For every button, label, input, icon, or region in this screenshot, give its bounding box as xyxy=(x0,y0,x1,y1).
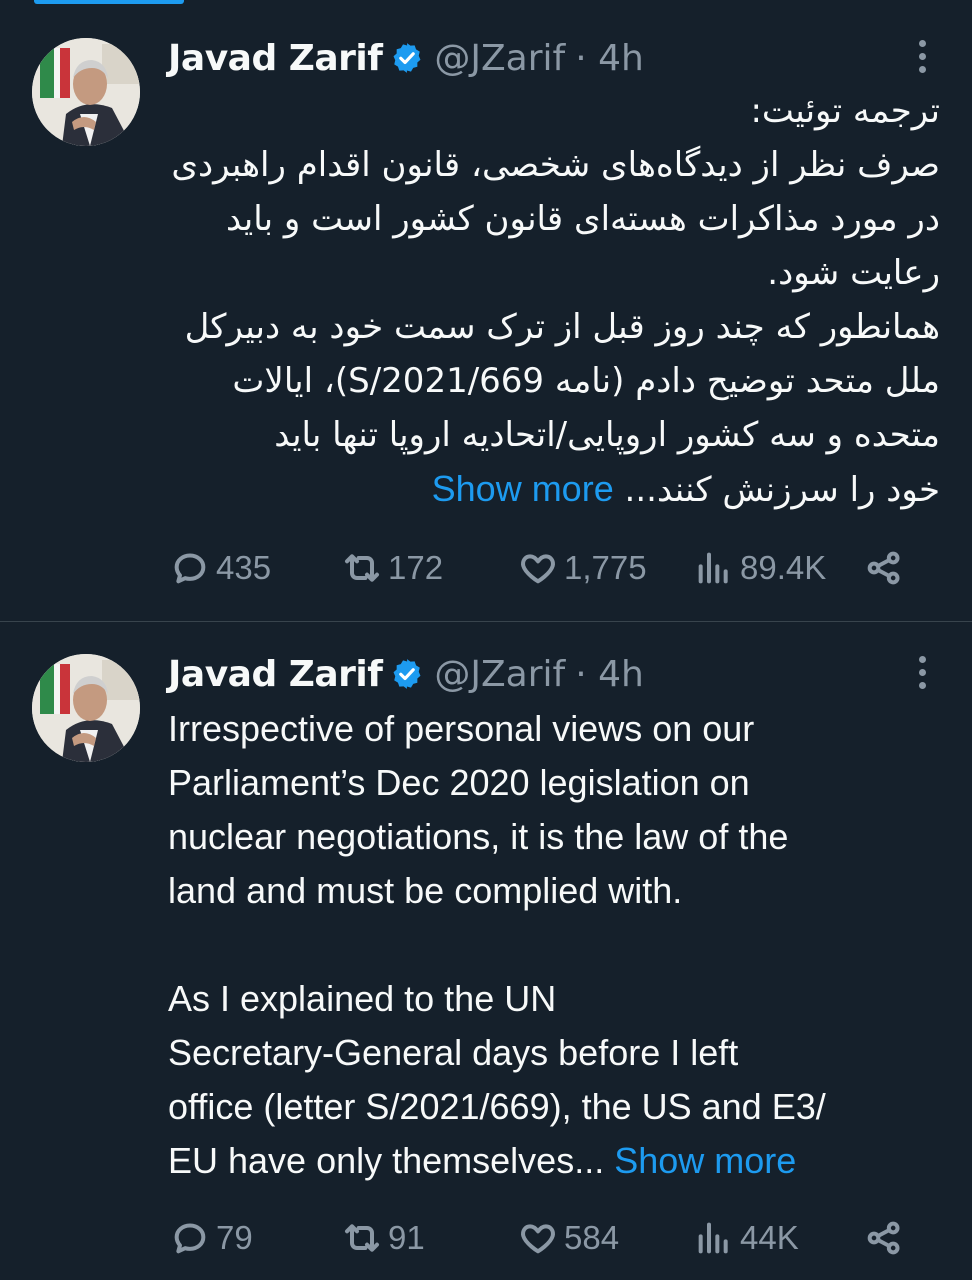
view-count: 44K xyxy=(740,1219,799,1256)
share-icon xyxy=(867,551,900,585)
tweet-text-line: خود را سرزنش کنند... xyxy=(624,470,940,510)
tweet-text-line: همانطور که چند روز قبل از ترک سمت خود به… xyxy=(184,307,940,347)
tweet-text-line: office (letter S/2021/669), the US and E… xyxy=(168,1086,826,1127)
like-count: 584 xyxy=(564,1219,620,1256)
retweet-button[interactable]: 91 xyxy=(342,1216,425,1260)
reply-icon xyxy=(174,553,206,584)
tweet-text-last-line: EU have only themselves... Show more xyxy=(168,1134,940,1188)
author-name[interactable]: Javad Zarif xyxy=(168,38,383,79)
tweet-2[interactable]: Javad Zarif @JZarif · 4h Irrespective of… xyxy=(0,622,972,1280)
views-button[interactable]: 44K xyxy=(694,1216,799,1260)
avatar[interactable] xyxy=(32,38,140,146)
tweet-text-line: در مورد مذاکرات هسته‌ای قانون کشور است و… xyxy=(225,199,940,239)
tweet-actions: 79 91 584 44K xyxy=(170,1216,910,1260)
like-button[interactable]: 584 xyxy=(518,1216,619,1260)
share-button[interactable] xyxy=(864,546,910,590)
tweet-text-line: ملل متحد توضیح دادم (نامه S/2021/669)، ا… xyxy=(232,361,940,401)
author-handle[interactable]: @JZarif xyxy=(434,654,565,695)
retweet-button[interactable]: 172 xyxy=(342,546,443,590)
tweet-text-line: Irrespective of personal views on our xyxy=(168,708,755,749)
tweet-text: ترجمه توئیت: صرف نظر از دیدگاه‌های شخصی،… xyxy=(168,84,940,517)
view-count: 89.4K xyxy=(740,549,827,586)
reply-icon xyxy=(174,1223,206,1254)
tweet-text-line: EU have only themselves... xyxy=(168,1140,605,1181)
tweet-text-line: Secretary-General days before I left xyxy=(168,1032,739,1073)
more-options-icon[interactable] xyxy=(916,40,928,80)
paragraph-break xyxy=(168,918,940,972)
author-name[interactable]: Javad Zarif xyxy=(168,654,383,695)
tweet-text-line: Parliament’s Dec 2020 legislation on xyxy=(168,762,750,803)
reply-count: 435 xyxy=(216,549,272,586)
share-icon xyxy=(867,1221,900,1255)
more-options-icon[interactable] xyxy=(916,656,928,696)
retweet-icon xyxy=(345,1224,379,1252)
tweet-text-line: nuclear negotiations, it is the law of t… xyxy=(168,816,789,857)
views-icon xyxy=(698,1222,728,1254)
verified-badge-icon xyxy=(393,43,421,73)
like-icon xyxy=(521,1224,555,1254)
timestamp[interactable]: · 4h xyxy=(575,654,644,695)
tweet-text-line: As I explained to the UN xyxy=(168,978,557,1019)
reply-button[interactable]: 79 xyxy=(170,1216,253,1260)
retweet-icon xyxy=(345,554,379,582)
show-more-link[interactable]: Show more xyxy=(614,1140,796,1181)
tweet-text-line: land and must be complied with. xyxy=(168,870,683,911)
tweet-text-line: ترجمه توئیت: xyxy=(750,91,940,131)
like-count: 1,775 xyxy=(564,549,647,586)
tweet-text-line: رعایت شود. xyxy=(767,253,940,293)
tweet-text-line: متحده و سه کشور اروپایی/اتحادیه اروپا تن… xyxy=(274,415,940,455)
tweet-text: Irrespective of personal views on our Pa… xyxy=(168,702,940,1188)
tweet-actions: 435 172 1,775 89.4K xyxy=(170,546,910,590)
tweet-header: Javad Zarif @JZarif · 4h xyxy=(168,33,932,83)
like-icon xyxy=(521,554,555,584)
avatar[interactable] xyxy=(32,654,140,762)
verified-badge-icon xyxy=(393,659,421,689)
author-handle[interactable]: @JZarif xyxy=(434,38,565,79)
tweet-1[interactable]: Javad Zarif @JZarif · 4h ترجمه توئیت: صر… xyxy=(0,0,972,622)
tweet-text-last-line: خود را سرزنش کنند... Show more xyxy=(168,462,940,517)
timestamp[interactable]: · 4h xyxy=(575,38,644,79)
reply-button[interactable]: 435 xyxy=(170,546,271,590)
views-icon xyxy=(698,552,728,584)
tweet-header: Javad Zarif @JZarif · 4h xyxy=(168,649,932,699)
views-button[interactable]: 89.4K xyxy=(694,546,826,590)
tweet-text-line: صرف نظر از دیدگاه‌های شخصی، قانون اقدام … xyxy=(171,145,940,185)
reply-count: 79 xyxy=(216,1219,253,1256)
retweet-count: 91 xyxy=(388,1219,425,1256)
like-button[interactable]: 1,775 xyxy=(518,546,647,590)
share-button[interactable] xyxy=(864,1216,910,1260)
retweet-count: 172 xyxy=(388,549,444,586)
show-more-link[interactable]: Show more xyxy=(432,468,614,509)
